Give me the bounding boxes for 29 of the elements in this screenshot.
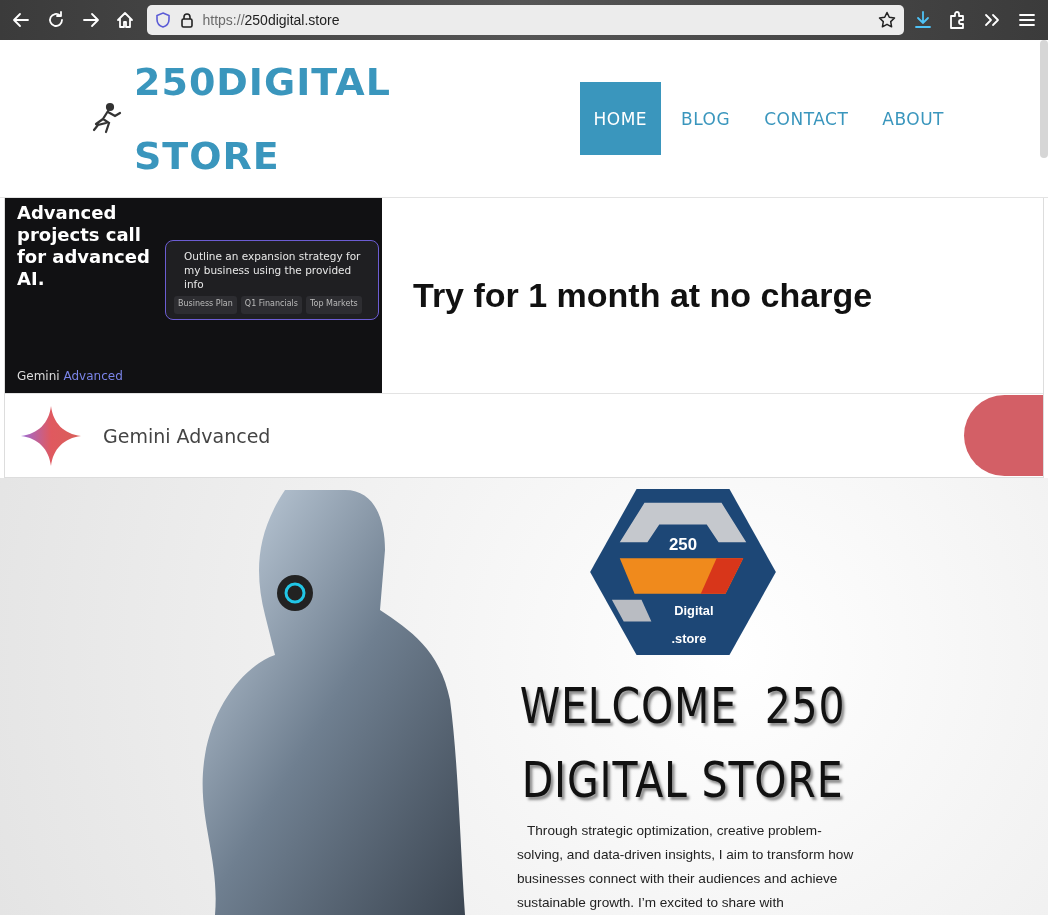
- address-bar[interactable]: https://250digital.store: [146, 5, 904, 35]
- logo-text: .store: [670, 631, 706, 647]
- file-chip: Q1 Financials: [240, 296, 302, 314]
- prompt-text: Outline an expansion strategy for my business using the provided info: [184, 249, 362, 291]
- shield-icon[interactable]: [154, 12, 171, 28]
- ad-image-brand: Gemini Advanced: [17, 369, 123, 383]
- nav-link[interactable]: ABOUT: [868, 82, 958, 155]
- nav-link[interactable]: CONTACT: [750, 82, 863, 155]
- logo-text: Digital: [673, 603, 713, 619]
- home-icon: [115, 10, 136, 30]
- lock-icon[interactable]: [178, 12, 195, 28]
- download-icon: [912, 10, 933, 30]
- bookmark-star-icon[interactable]: [877, 11, 896, 29]
- ad-image[interactable]: Advanced projects call for advanced AI. Outline an expansion strategy for my business using the provided info Business Plan Q1 Financials Top Markets Gemini Advanced: [5, 198, 382, 393]
- nav-link[interactable]: BLOG: [667, 82, 745, 155]
- logo-text: 250: [668, 535, 697, 555]
- forward-icon: [80, 10, 101, 30]
- scrollbar-thumb[interactable]: [1040, 40, 1048, 158]
- back-icon: [11, 10, 32, 30]
- file-chip: Top Markets: [306, 296, 362, 314]
- nav-link[interactable]: HOME: [579, 82, 662, 155]
- ad-headline[interactable]: Try for 1 month at no charge: [413, 276, 873, 315]
- url-text: https://250digital.store: [202, 12, 340, 28]
- site-title[interactable]: 250DIGITAL STORE: [134, 44, 391, 193]
- file-chip: Business Plan: [174, 296, 237, 314]
- advertiser-name[interactable]: Gemini Advanced: [103, 424, 271, 447]
- ad-image-headline: Advanced projects call for advanced AI.: [17, 202, 151, 290]
- welcome-heading: WELCOME 250 DIGITAL STORE: [519, 676, 846, 811]
- intro-paragraph: Through strategic optimization, creative problem-solving, and data-driven insights, I aim to transform how businesses connect with their audiences and achieve sustainable growth. I’m excited to share with: [517, 822, 855, 912]
